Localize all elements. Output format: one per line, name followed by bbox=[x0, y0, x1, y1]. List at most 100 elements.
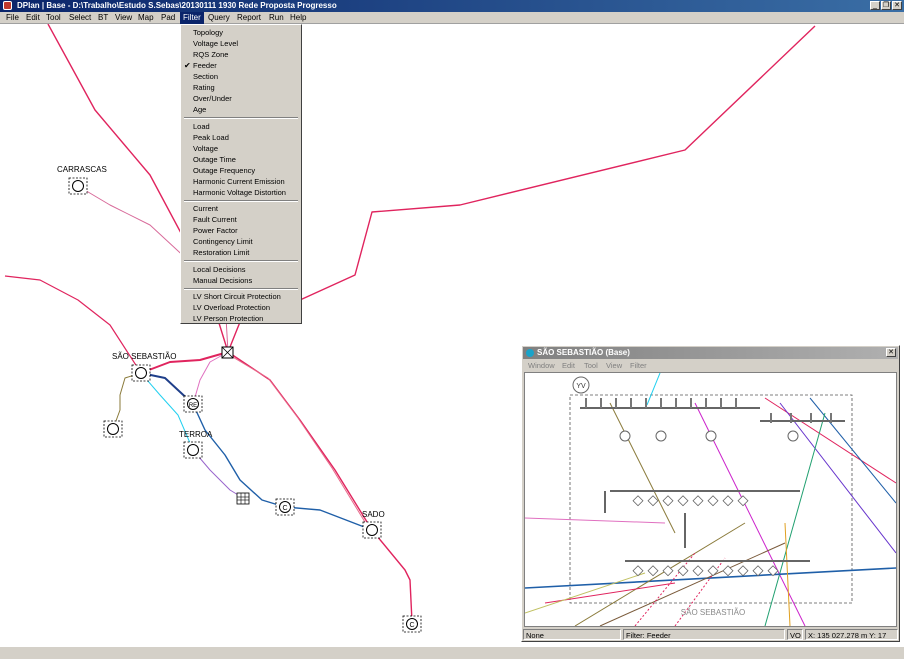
transformer-symbol bbox=[787, 430, 799, 442]
feeder-line bbox=[227, 351, 413, 623]
submenu-window[interactable]: Window bbox=[528, 360, 555, 371]
submenu-tool[interactable]: Tool bbox=[584, 360, 598, 371]
filter-item-manual-decisions[interactable]: Manual Decisions bbox=[193, 275, 252, 286]
filter-item-fault-current[interactable]: Fault Current bbox=[193, 214, 237, 225]
schematic-substation-label: SÃO SEBASTIÃO bbox=[681, 608, 745, 617]
filter-item-topology[interactable]: Topology bbox=[193, 27, 223, 38]
feeder-line bbox=[230, 355, 369, 528]
breaker-symbol bbox=[722, 495, 734, 507]
switch-symbol bbox=[810, 413, 812, 423]
breaker-symbol bbox=[677, 495, 689, 507]
menu-select[interactable]: Select bbox=[66, 12, 94, 24]
submenu-view[interactable]: View bbox=[606, 360, 622, 371]
dplan-app-icon[interactable] bbox=[3, 1, 12, 10]
menu-query[interactable]: Query bbox=[205, 12, 233, 24]
status-mode: VO bbox=[787, 629, 803, 640]
filter-item-lv-overload-protection[interactable]: LV Overload Protection bbox=[193, 302, 270, 313]
switch-symbol bbox=[690, 398, 692, 408]
sado-node bbox=[366, 524, 378, 536]
filter-item-rating[interactable]: Rating bbox=[193, 82, 215, 93]
filter-item-contingency-limit[interactable]: Contingency Limit bbox=[193, 236, 253, 247]
switch-symbol bbox=[790, 413, 792, 423]
menu-separator bbox=[184, 200, 298, 202]
carrascas-label: CARRASCAS bbox=[57, 165, 107, 174]
switch-symbol bbox=[630, 398, 632, 408]
filter-item-harmonic-current-emission[interactable]: Harmonic Current Emission bbox=[193, 176, 285, 187]
minimize-button[interactable]: _ bbox=[870, 1, 880, 10]
menu-bt[interactable]: BT bbox=[95, 12, 111, 24]
filter-item-voltage-level[interactable]: Voltage Level bbox=[193, 38, 238, 49]
menu-edit[interactable]: Edit bbox=[23, 12, 43, 24]
menu-report[interactable]: Report bbox=[234, 12, 264, 24]
switch-symbol bbox=[600, 398, 602, 408]
filter-item-local-decisions[interactable]: Local Decisions bbox=[193, 264, 246, 275]
feeder-line bbox=[764, 412, 826, 626]
switch-symbol bbox=[770, 413, 772, 423]
terroa-label: TERROA bbox=[179, 430, 213, 439]
submenu-edit[interactable]: Edit bbox=[562, 360, 575, 371]
menu-tool[interactable]: Tool bbox=[43, 12, 64, 24]
sao-sebastiao-node bbox=[135, 367, 147, 379]
sado-label: SADO bbox=[362, 510, 385, 519]
filter-item-age[interactable]: Age bbox=[193, 104, 206, 115]
subwindow-close-button[interactable]: ✕ bbox=[886, 348, 896, 357]
filter-item-power-factor[interactable]: Power Factor bbox=[193, 225, 238, 236]
substation-schematic-canvas[interactable]: YV SÃO SEBASTIÃO bbox=[524, 372, 897, 627]
breaker-symbol bbox=[632, 495, 644, 507]
substation-detail-window[interactable]: SÃO SEBASTIÃO (Base) ✕ Window Edit Tool … bbox=[521, 345, 900, 642]
switch-symbol bbox=[705, 398, 707, 408]
filter-item-feeder[interactable]: Feeder bbox=[193, 60, 217, 71]
filter-item-restoration-limit[interactable]: Restoration Limit bbox=[193, 247, 249, 258]
feeder-line bbox=[764, 397, 896, 484]
menu-run[interactable]: Run bbox=[266, 12, 287, 24]
feeder-line bbox=[609, 402, 676, 534]
status-filter: Filter: Feeder bbox=[623, 629, 785, 640]
filter-dropdown-menu: Topology Voltage Level RQS Zone ✔ Feeder… bbox=[180, 24, 302, 324]
filter-item-lv-person-protection[interactable]: LV Person Protection bbox=[193, 313, 263, 324]
menu-separator bbox=[184, 260, 298, 262]
filter-item-rqs-zone[interactable]: RQS Zone bbox=[193, 49, 228, 60]
menu-help[interactable]: Help bbox=[287, 12, 309, 24]
c-node-end-label: C bbox=[409, 622, 414, 629]
transformer-symbol bbox=[619, 430, 631, 442]
breaker-symbol bbox=[692, 495, 704, 507]
filter-item-current[interactable]: Current bbox=[193, 203, 218, 214]
subwindow-title-bar[interactable]: SÃO SEBASTIÃO (Base) ✕ bbox=[523, 347, 898, 359]
breaker-symbol bbox=[662, 495, 674, 507]
menu-separator bbox=[184, 288, 298, 290]
switch-symbol bbox=[830, 413, 832, 423]
filter-item-harmonic-voltage-distortion[interactable]: Harmonic Voltage Distortion bbox=[193, 187, 286, 198]
filter-item-section[interactable]: Section bbox=[193, 71, 218, 82]
restore-button[interactable]: ❐ bbox=[881, 1, 891, 10]
filter-item-outage-frequency[interactable]: Outage Frequency bbox=[193, 165, 255, 176]
close-button[interactable]: ✕ bbox=[892, 1, 902, 10]
switch-symbol bbox=[675, 398, 677, 408]
subwindow-menu-bar: Window Edit Tool View Filter bbox=[523, 360, 898, 371]
feeder-line bbox=[646, 373, 661, 406]
breaker-symbol bbox=[737, 565, 749, 577]
filter-item-peak-load[interactable]: Peak Load bbox=[193, 132, 229, 143]
subwindow-status-bar: None Filter: Feeder VO X: 135 027.278 m … bbox=[523, 629, 898, 640]
status-coordinates: X: 135 027.278 m Y: 17 bbox=[805, 629, 898, 640]
re-node-label: RE bbox=[189, 403, 197, 409]
network-node bbox=[107, 423, 119, 435]
sao-sebastiao-label: SÃO SEBASTIÃO bbox=[112, 352, 177, 361]
breaker-symbol bbox=[677, 565, 689, 577]
filter-item-outage-time[interactable]: Outage Time bbox=[193, 154, 236, 165]
menu-view[interactable]: View bbox=[112, 12, 135, 24]
checkmark-icon: ✔ bbox=[184, 61, 191, 70]
filter-item-lv-short-circuit-protection[interactable]: LV Short Circuit Protection bbox=[193, 291, 281, 302]
menu-map[interactable]: Map bbox=[135, 12, 157, 24]
switch-symbol bbox=[720, 398, 722, 408]
feeder-line bbox=[525, 517, 666, 524]
filter-item-over-under[interactable]: Over/Under bbox=[193, 93, 232, 104]
submenu-filter[interactable]: Filter bbox=[630, 360, 647, 371]
switch-symbol bbox=[615, 398, 617, 408]
filter-item-voltage[interactable]: Voltage bbox=[193, 143, 218, 154]
switch-symbol bbox=[585, 398, 587, 408]
menu-filter[interactable]: Filter bbox=[180, 12, 204, 24]
yv-badge: YV bbox=[576, 383, 586, 390]
menu-file[interactable]: File bbox=[3, 12, 22, 24]
menu-pad[interactable]: Pad bbox=[158, 12, 178, 24]
filter-item-load[interactable]: Load bbox=[193, 121, 210, 132]
